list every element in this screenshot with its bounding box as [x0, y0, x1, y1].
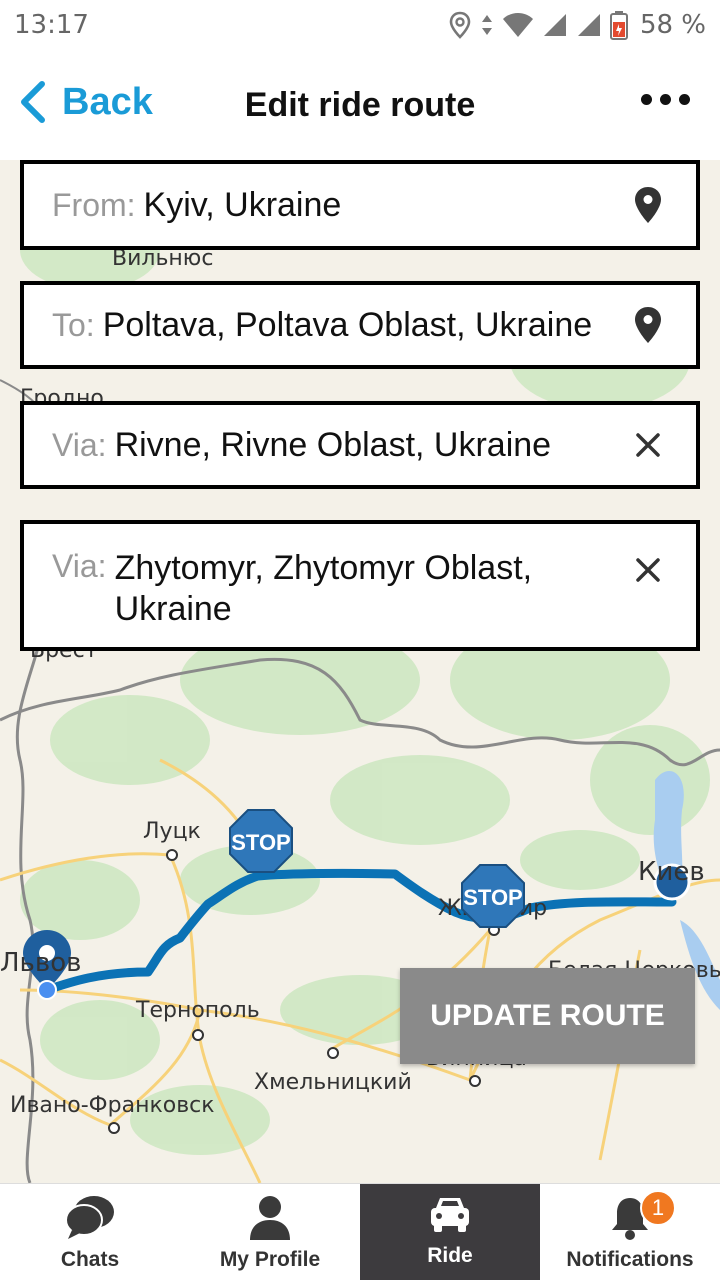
- via-value[interactable]: Zhytomyr, Zhytomyr Oblast, Ukraine: [115, 548, 618, 630]
- to-prefix: To:: [52, 306, 95, 343]
- stop-marker[interactable]: STOP: [460, 863, 526, 929]
- from-field[interactable]: From: Kyiv, Ukraine: [20, 160, 700, 250]
- nav-item-notifications[interactable]: 1 Notifications: [540, 1184, 720, 1280]
- to-field[interactable]: To: Poltava, Poltava Oblast, Ukraine: [20, 281, 700, 369]
- from-location-button[interactable]: [628, 185, 668, 225]
- notification-badge: 1: [640, 1190, 676, 1226]
- location-pin-icon: [635, 307, 661, 343]
- nav-item-chats[interactable]: Chats: [0, 1184, 180, 1280]
- more-options-button[interactable]: [641, 94, 690, 105]
- via-prefix: Via:: [52, 548, 107, 584]
- close-icon: [636, 558, 660, 582]
- nav-item-my-profile[interactable]: My Profile: [180, 1184, 360, 1280]
- nav-label-my-profile: My Profile: [219, 1248, 321, 1271]
- chevron-left-icon: [21, 81, 45, 123]
- location-pin-icon: [635, 187, 661, 223]
- from-prefix: From:: [52, 186, 136, 223]
- bottom-navigation: Chats My Profile Ride 1 Notifications: [0, 1183, 720, 1280]
- more-dot-icon: [641, 94, 652, 105]
- from-value[interactable]: Kyiv, Ukraine: [144, 185, 618, 226]
- nav-label-chats: Chats: [60, 1248, 120, 1271]
- via-prefix: Via:: [52, 426, 107, 463]
- close-icon: [636, 433, 660, 457]
- status-icons: 58 %: [448, 10, 706, 40]
- person-icon: [250, 1196, 290, 1240]
- status-time: 13:17: [14, 10, 89, 40]
- map-label-ternopil: Тернополь: [136, 998, 260, 1023]
- map-label-lviv: Львов: [0, 948, 82, 978]
- back-button[interactable]: Back: [18, 80, 153, 124]
- via-field[interactable]: Via: Zhytomyr, Zhytomyr Oblast, Ukraine: [20, 520, 700, 651]
- map-label-kyiv: Киев: [638, 857, 705, 887]
- via-field[interactable]: Via: Rivne, Rivne Oblast, Ukraine: [20, 401, 700, 489]
- wifi-icon: [502, 13, 533, 37]
- update-route-button[interactable]: UPDATE ROUTE: [400, 968, 695, 1064]
- battery-icon: [609, 11, 628, 40]
- stop-marker-label: STOP: [231, 830, 291, 855]
- chat-bubbles-icon: [65, 1196, 114, 1239]
- signal-icon-2: [577, 14, 600, 36]
- signal-icon: [543, 14, 566, 36]
- car-icon: [431, 1198, 469, 1232]
- to-value[interactable]: Poltava, Poltava Oblast, Ukraine: [103, 305, 618, 346]
- stop-marker[interactable]: STOP: [228, 808, 294, 874]
- via-value[interactable]: Rivne, Rivne Oblast, Ukraine: [115, 425, 618, 466]
- more-dot-icon: [660, 94, 671, 105]
- battery-percent: 58 %: [639, 10, 706, 40]
- to-location-button[interactable]: [628, 305, 668, 345]
- location-status-icon: [449, 11, 471, 39]
- remove-via-button[interactable]: [628, 550, 668, 590]
- app-header: Back Edit ride route: [0, 50, 720, 160]
- map-label-ivano-frankivsk: Ивано-Франковск: [10, 1093, 215, 1118]
- nav-label-notifications: Notifications: [566, 1248, 694, 1271]
- data-arrows-icon: [481, 15, 492, 35]
- remove-via-button[interactable]: [628, 425, 668, 465]
- back-label: Back: [62, 80, 153, 123]
- map-label-khmelnytskyi: Хмельницкий: [254, 1070, 412, 1095]
- nav-label-ride: Ride: [427, 1244, 473, 1267]
- map-label-lutsk: Луцк: [143, 819, 201, 844]
- stop-marker-label: STOP: [463, 885, 523, 910]
- status-bar: 13:17 58 %: [0, 0, 720, 50]
- nav-item-ride[interactable]: Ride: [360, 1184, 540, 1280]
- more-dot-icon: [679, 94, 690, 105]
